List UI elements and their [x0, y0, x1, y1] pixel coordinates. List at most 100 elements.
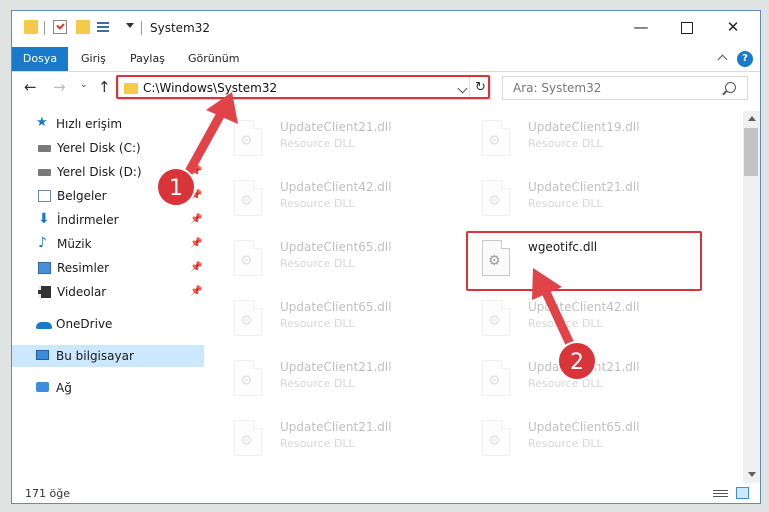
downloads-icon: ⬇ — [38, 211, 50, 227]
sidebar-item-label: Ağ — [56, 381, 72, 395]
quick-access-dropdown-icon[interactable] — [126, 23, 134, 28]
file-name: UpdateClient42.dll — [528, 300, 640, 314]
pin-icon[interactable]: 📌 — [190, 161, 202, 183]
network-icon — [36, 382, 49, 392]
file-item[interactable]: UpdateClient21.dll Resource DLL — [218, 413, 438, 463]
dll-file-icon — [234, 360, 262, 396]
dll-file-icon — [234, 240, 262, 276]
computer-icon — [36, 350, 49, 360]
file-name: UpdateClient21.dll — [280, 120, 392, 134]
dll-file-icon — [482, 420, 510, 456]
file-item[interactable]: UpdateClient65.dll Resource DLL — [218, 233, 438, 283]
maximize-button[interactable] — [664, 11, 710, 43]
documents-icon — [38, 190, 51, 202]
recent-locations-button[interactable]: ⌄ — [80, 80, 88, 90]
toolbar-divider — [44, 21, 45, 35]
sidebar-item-network[interactable]: Ağ — [12, 377, 204, 399]
sidebar-item-label: Müzik — [57, 237, 92, 251]
sidebar-item-downloads[interactable]: ⬇ İndirmeler 📌 — [12, 209, 204, 231]
search-input[interactable]: Ara: System32 — [502, 76, 748, 100]
sidebar-item-onedrive[interactable]: OneDrive — [12, 313, 204, 335]
scroll-up-icon[interactable] — [748, 116, 756, 121]
forward-button[interactable]: → — [53, 78, 66, 96]
file-name: UpdateClient21.dll — [528, 360, 640, 374]
star-icon: ★ — [36, 115, 48, 130]
pin-icon[interactable]: 📌 — [190, 281, 202, 303]
folder-icon[interactable] — [24, 20, 38, 34]
file-item[interactable]: UpdateClient65.dll Resource DLL — [218, 293, 438, 343]
tab-view[interactable]: Görünüm — [188, 47, 239, 71]
new-folder-icon[interactable] — [76, 20, 90, 34]
disk-icon — [38, 145, 51, 152]
file-item[interactable]: UpdateClient42.dll Resource DLL — [218, 173, 438, 223]
search-icon[interactable] — [725, 82, 736, 93]
sidebar-item-label: Belgeler — [57, 189, 107, 203]
pin-icon[interactable]: 📌 — [190, 185, 202, 207]
file-type: Resource DLL — [280, 377, 355, 390]
properties-icon[interactable] — [53, 20, 67, 34]
file-item[interactable]: UpdateClient21.dll Resource DLL — [218, 353, 438, 403]
sidebar-item-music[interactable]: ♪ Müzik 📌 — [12, 233, 204, 255]
maximize-icon — [681, 21, 693, 34]
file-item[interactable]: UpdateClient65.dll Resource DLL — [466, 413, 686, 463]
large-icons-view-icon[interactable] — [736, 487, 749, 499]
file-item[interactable]: UpdateClient19.dll Resource DLL — [466, 113, 686, 163]
file-item[interactable]: UpdateClient21.dll Resource DLL — [466, 173, 686, 223]
vertical-scrollbar[interactable] — [743, 111, 760, 483]
pin-icon[interactable]: 📌 — [190, 209, 202, 231]
help-button[interactable]: ? — [737, 51, 753, 67]
file-highlight — [466, 231, 702, 291]
sidebar-item-pictures[interactable]: Resimler 📌 — [12, 257, 204, 279]
file-type: Resource DLL — [280, 137, 355, 150]
pin-icon[interactable]: 📌 — [190, 233, 202, 255]
item-count: 171 öğe — [25, 487, 70, 500]
file-item[interactable]: UpdateClient21.dll Resource DLL — [218, 113, 438, 163]
file-type: Resource DLL — [528, 137, 603, 150]
scroll-down-icon[interactable] — [748, 472, 756, 477]
sidebar-item-videos[interactable]: Videolar 📌 — [12, 281, 204, 303]
dll-file-icon — [482, 300, 510, 336]
sidebar-item-label: Hızlı erişim — [56, 117, 123, 131]
file-name: UpdateClient65.dll — [528, 420, 640, 434]
tab-home[interactable]: Giriş — [81, 47, 106, 71]
sidebar-item-documents[interactable]: Belgeler 📌 — [12, 185, 204, 207]
sidebar-item-quick-access[interactable]: ★ Hızlı erişim — [12, 113, 204, 135]
minimize-button[interactable]: — — [618, 11, 664, 43]
pictures-icon — [38, 262, 51, 274]
tab-share[interactable]: Paylaş — [130, 47, 165, 71]
tab-file[interactable]: Dosya — [12, 47, 68, 71]
dll-file-icon — [234, 300, 262, 336]
sidebar-item-local-disk-d[interactable]: Yerel Disk (D:) 📌 — [12, 161, 204, 183]
file-name: UpdateClient21.dll — [280, 420, 392, 434]
file-name: UpdateClient42.dll — [280, 180, 392, 194]
dll-file-icon — [482, 180, 510, 216]
dll-file-icon — [234, 180, 262, 216]
back-button[interactable]: ← — [24, 78, 37, 96]
cloud-icon — [36, 322, 52, 329]
sidebar-item-label: OneDrive — [56, 317, 113, 331]
file-type: Resource DLL — [280, 317, 355, 330]
view-options-icon[interactable] — [97, 20, 111, 34]
sidebar-item-label: İndirmeler — [57, 213, 119, 227]
file-name: UpdateClient65.dll — [280, 240, 392, 254]
scrollbar-thumb[interactable] — [744, 128, 758, 176]
pin-icon[interactable]: 📌 — [190, 257, 202, 279]
up-button[interactable]: ↑ — [98, 78, 111, 96]
sidebar-item-local-disk-c[interactable]: Yerel Disk (C:) — [12, 137, 204, 159]
sidebar-item-label: Bu bilgisayar — [56, 349, 134, 363]
file-item[interactable]: UpdateClient21.dll Resource DLL — [466, 353, 686, 403]
sidebar-item-this-pc[interactable]: Bu bilgisayar — [12, 345, 204, 367]
dll-file-icon — [234, 420, 262, 456]
file-name: UpdateClient19.dll — [528, 120, 640, 134]
file-item[interactable]: UpdateClient42.dll Resource DLL — [466, 293, 686, 343]
status-bar: 171 öğe — [12, 483, 760, 503]
file-name: UpdateClient21.dll — [280, 360, 392, 374]
file-type: Resource DLL — [528, 377, 603, 390]
file-type: Resource DLL — [528, 197, 603, 210]
file-list: UpdateClient21.dll Resource DLL UpdateCl… — [218, 111, 740, 477]
details-view-icon[interactable] — [713, 488, 728, 499]
sidebar-item-label: Videolar — [57, 285, 107, 299]
close-button[interactable]: ✕ — [710, 11, 756, 43]
file-type: Resource DLL — [280, 197, 355, 210]
dll-file-icon — [234, 120, 262, 156]
